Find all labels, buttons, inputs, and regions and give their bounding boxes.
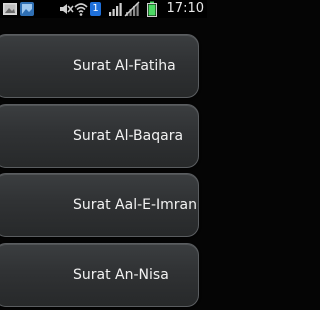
surah-label: Surat An-Nisa	[73, 267, 169, 283]
surah-item-an-nisa[interactable]: Surat An-Nisa	[0, 243, 199, 307]
surah-item-al-fatiha[interactable]: Surat Al-Fatiha	[0, 34, 199, 98]
surah-label: Surat Al-Baqara	[73, 128, 184, 144]
surah-item-aal-e-imran[interactable]: Surat Aal-E-Imran	[0, 173, 199, 237]
surah-label: Surat Aal-E-Imran	[73, 197, 198, 213]
wifi-icon	[74, 3, 88, 16]
surah-label: Surat Al-Fatiha	[73, 58, 176, 74]
status-time: 17:10	[166, 1, 204, 16]
surah-list: Surat Al-Fatiha Surat Al-Baqara Surat Aa…	[0, 18, 207, 310]
notification-count-badge: 1	[90, 2, 101, 16]
mute-icon	[60, 4, 74, 14]
signal-icon	[109, 3, 122, 16]
image-icon	[20, 2, 34, 16]
no-signal-icon	[124, 1, 140, 17]
battery-icon	[147, 1, 157, 17]
surah-item-al-baqara[interactable]: Surat Al-Baqara	[0, 104, 199, 168]
status-bar: 1 17:10	[0, 0, 207, 18]
photo-icon	[3, 3, 17, 15]
notification-count: 1	[92, 3, 99, 14]
